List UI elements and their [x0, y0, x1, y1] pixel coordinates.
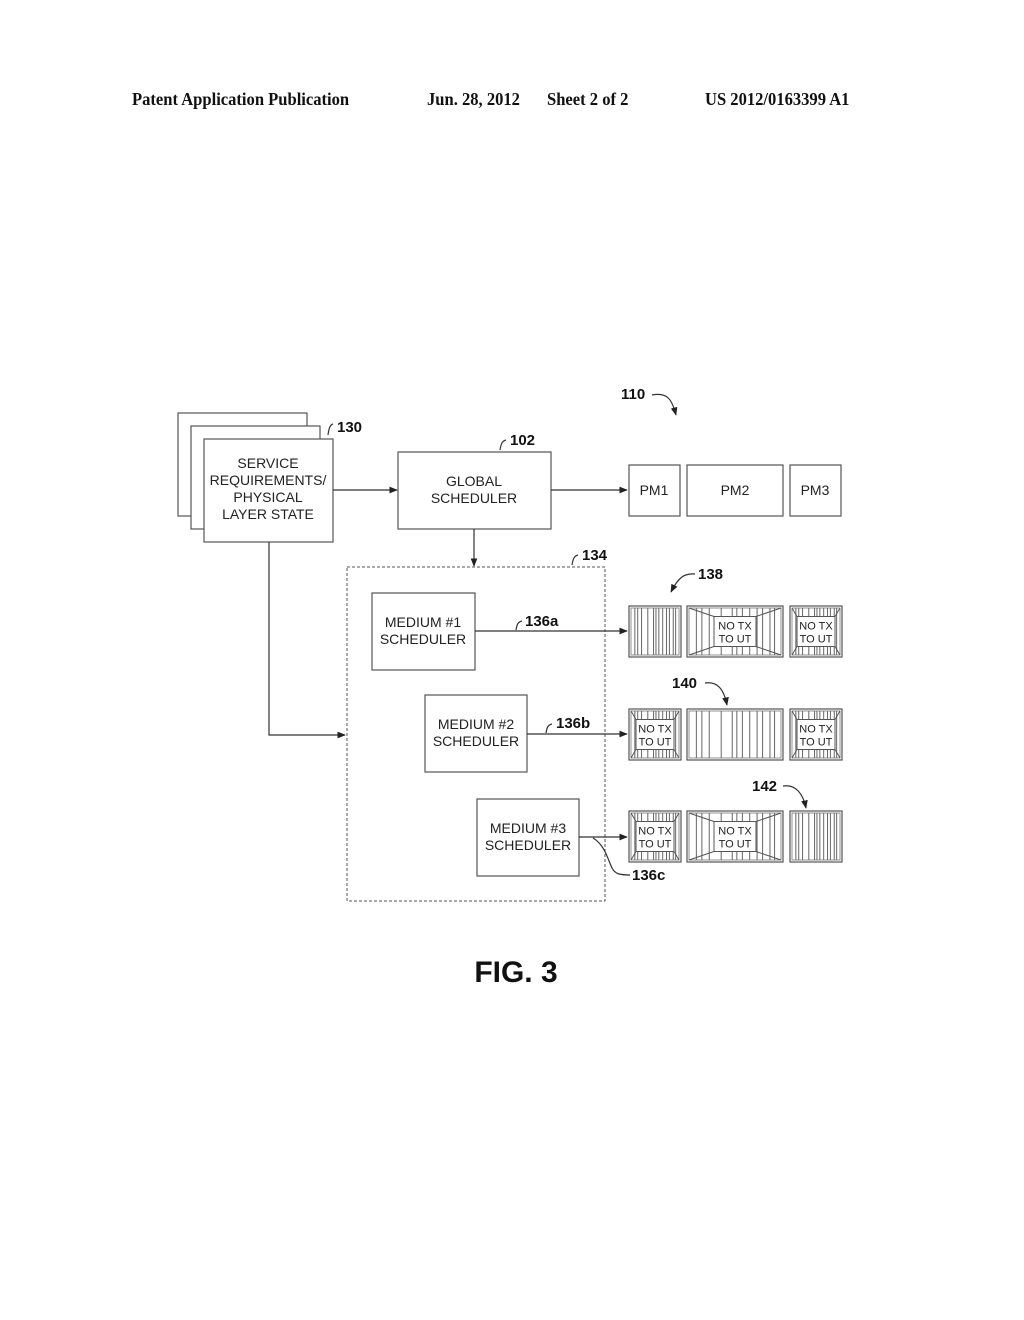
frame-slot-active — [686, 708, 784, 761]
frame-slot-active — [789, 810, 843, 863]
medium-group-ref-label: 134 — [582, 547, 608, 564]
frame-slot-blocked: NO TXTO UT — [686, 810, 784, 863]
system-ref-arrow — [651, 393, 678, 416]
ref-134-leader — [571, 554, 579, 566]
no-tx-label-line-2: TO UT — [719, 634, 752, 646]
no-tx-label-line-1: NO TX — [718, 621, 752, 633]
service-requirements-block: SERVICE REQUIREMENTS/ PHYSICAL LAYER STA… — [177, 412, 334, 543]
no-tx-label-line-2: TO UT — [719, 839, 752, 851]
frame-row-2-ref: 140 — [672, 675, 697, 692]
patent-figure: 110 SERVICE REQUIREMENTS/ PHYSICAL LAYER… — [177, 386, 843, 989]
medium-1-output-ref: 136a — [525, 613, 559, 630]
frame-slot-blocked: NO TXTO UT — [789, 708, 843, 761]
frame-row-3-ref-arrow — [782, 785, 808, 809]
ref-136c-leader — [592, 837, 631, 876]
pm3-label: PM3 — [801, 482, 830, 498]
no-tx-label-line-1: NO TX — [799, 724, 833, 736]
global-scheduler-line-1: GLOBAL — [446, 473, 502, 489]
ref-102-leader — [499, 439, 507, 451]
global-scheduler-ref-label: 102 — [510, 432, 535, 449]
frame-row-1-ref-arrow — [670, 573, 696, 593]
medium-2-line-2: SCHEDULER — [433, 733, 519, 749]
frame-slot-blocked: NO TXTO UT — [628, 708, 682, 761]
service-text-line-3: PHYSICAL — [233, 489, 302, 505]
frame-slot-blocked: NO TXTO UT — [789, 605, 843, 658]
no-tx-label-line-2: TO UT — [639, 737, 672, 749]
frame-slot-blocked: NO TXTO UT — [628, 810, 682, 863]
no-tx-label-line-2: TO UT — [800, 737, 833, 749]
service-ref-label: 130 — [337, 419, 362, 436]
medium-1-line-2: SCHEDULER — [380, 631, 466, 647]
figure-caption: FIG. 3 — [474, 956, 557, 989]
frame-row-2-ref-arrow — [704, 682, 729, 706]
no-tx-label-line-1: NO TX — [638, 724, 672, 736]
ref-136b-leader — [545, 723, 553, 734]
ref-136a-leader — [515, 620, 523, 631]
medium-3-line-2: SCHEDULER — [485, 837, 571, 853]
frame-row-1-ref: 138 — [698, 566, 723, 583]
pm2-label: PM2 — [721, 482, 750, 498]
medium-3-output-ref: 136c — [632, 867, 665, 884]
frame-slot-active — [628, 605, 682, 658]
medium-2-line-1: MEDIUM #2 — [438, 716, 514, 732]
ref-130-leader — [327, 423, 334, 436]
service-to-medium-arrow — [268, 542, 346, 739]
medium-2-output-ref: 136b — [556, 715, 590, 732]
no-tx-label-line-1: NO TX — [799, 621, 833, 633]
service-text-line-1: SERVICE — [237, 455, 298, 471]
global-scheduler-line-2: SCHEDULER — [431, 490, 517, 506]
medium-3-line-1: MEDIUM #3 — [490, 820, 566, 836]
no-tx-label-line-2: TO UT — [800, 634, 833, 646]
frame-row-3-ref: 142 — [752, 778, 777, 795]
medium-1-line-1: MEDIUM #1 — [385, 614, 461, 630]
no-tx-label-line-2: TO UT — [639, 839, 672, 851]
no-tx-label-line-1: NO TX — [718, 826, 752, 838]
frame-slots: NO TXTO UTNO TXTO UTNO TXTO UTNO TXTO UT… — [628, 605, 843, 863]
no-tx-label-line-1: NO TX — [638, 826, 672, 838]
pm1-label: PM1 — [640, 482, 669, 498]
service-text-line-2: REQUIREMENTS/ — [210, 472, 327, 488]
service-text-line-4: LAYER STATE — [222, 506, 314, 522]
system-ref-label: 110 — [621, 386, 645, 403]
frame-slot-blocked: NO TXTO UT — [686, 605, 784, 658]
